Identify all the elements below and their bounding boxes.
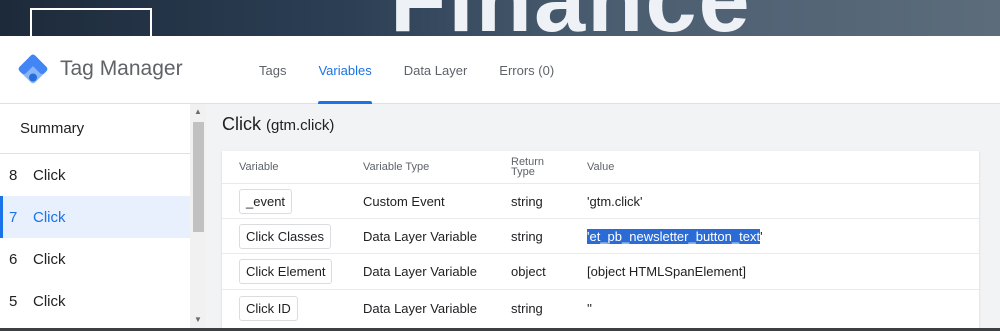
event-sidebar: Summary 8 Click 7 Click 6 Click 5 Click …	[0, 104, 206, 331]
tab-variables[interactable]: Variables	[302, 36, 387, 104]
table-row: Click Classes Data Layer Variable string…	[222, 219, 979, 254]
website-background: Finance	[0, 0, 1000, 36]
variable-name[interactable]: Click ID	[239, 295, 298, 321]
event-title-sub: (gtm.click)	[266, 117, 335, 134]
tab-errors[interactable]: Errors (0)	[483, 36, 570, 104]
header-return-line2: Type	[511, 166, 535, 178]
table-row: Click Element Data Layer Variable object…	[222, 254, 979, 290]
tab-label: Errors (0)	[499, 62, 555, 78]
tab-tags[interactable]: Tags	[243, 36, 302, 104]
sidebar-event-8[interactable]: 8 Click	[0, 154, 190, 196]
sidebar-event-5[interactable]: 5 Click	[0, 280, 190, 322]
tab-data-layer[interactable]: Data Layer	[388, 36, 484, 104]
event-number: 7	[9, 208, 18, 226]
variables-table: Variable Variable Type Return Type Value…	[222, 151, 979, 331]
main-panel: Click (gtm.click) Variable Variable Type…	[206, 104, 1000, 331]
event-number: 5	[9, 292, 18, 310]
variable-value: 'et_pb_newsletter_button_text'	[587, 228, 763, 244]
event-title-name: Click	[222, 114, 261, 134]
variable-name[interactable]: Click Element	[239, 259, 333, 284]
variable-name[interactable]: _event	[239, 188, 293, 214]
value-suffix: '	[760, 228, 763, 244]
table-row: Click ID Data Layer Variable string ''	[222, 290, 979, 326]
hero-text: Finance	[390, 0, 752, 36]
site-logo-frame	[30, 8, 152, 36]
event-number: 8	[9, 166, 18, 184]
sidebar-scrollbar[interactable]: ▲ ▼	[190, 104, 206, 331]
event-number: 6	[9, 250, 18, 268]
variable-value: 'gtm.click'	[587, 193, 643, 209]
tab-label: Tags	[259, 62, 287, 78]
return-type: string	[511, 228, 543, 244]
scroll-up-arrow-icon[interactable]: ▲	[193, 107, 203, 117]
brand-name: Tag Manager	[60, 57, 183, 80]
table-row: _event Custom Event string 'gtm.click'	[222, 184, 979, 219]
tab-bar: Tags Variables Data Layer Errors (0)	[243, 36, 570, 104]
sidebar-event-6[interactable]: 6 Click	[0, 238, 190, 280]
gtm-header: Tag Manager Tags Variables Data Layer Er…	[0, 36, 1000, 104]
scroll-down-arrow-icon[interactable]: ▼	[193, 315, 203, 325]
header-value: Value	[587, 161, 615, 173]
header-variable-type: Variable Type	[363, 161, 430, 173]
event-title: Click (gtm.click)	[222, 114, 334, 135]
variable-type: Data Layer Variable	[363, 228, 477, 244]
variable-name[interactable]: Click Classes	[239, 223, 332, 249]
header-return-type: Return Type	[511, 157, 544, 178]
variable-type: Custom Event	[363, 193, 445, 209]
event-label: Click	[33, 250, 66, 268]
sidebar-item-summary[interactable]: Summary	[0, 104, 190, 154]
event-label: Click	[33, 292, 66, 310]
tag-manager-logo-icon	[18, 54, 48, 84]
header-variable: Variable	[239, 161, 279, 173]
variable-value: ''	[587, 300, 592, 316]
summary-label: Summary	[20, 120, 85, 137]
variable-type: Data Layer Variable	[363, 300, 477, 316]
sidebar-event-7[interactable]: 7 Click	[0, 196, 190, 238]
tab-label: Data Layer	[403, 62, 468, 78]
value-highlight: et_pb_newsletter_button_text	[589, 228, 761, 244]
return-type: string	[511, 300, 543, 316]
event-label: Click	[33, 208, 66, 226]
scroll-thumb[interactable]	[193, 122, 204, 232]
tab-label: Variables	[318, 62, 372, 78]
variable-type: Data Layer Variable	[363, 264, 477, 279]
table-header: Variable Variable Type Return Type Value	[222, 151, 979, 184]
return-type: string	[511, 193, 543, 209]
return-type: object	[511, 264, 546, 279]
variable-value: [object HTMLSpanElement]	[587, 264, 746, 279]
brand: Tag Manager	[16, 52, 183, 86]
event-label: Click	[33, 166, 66, 184]
